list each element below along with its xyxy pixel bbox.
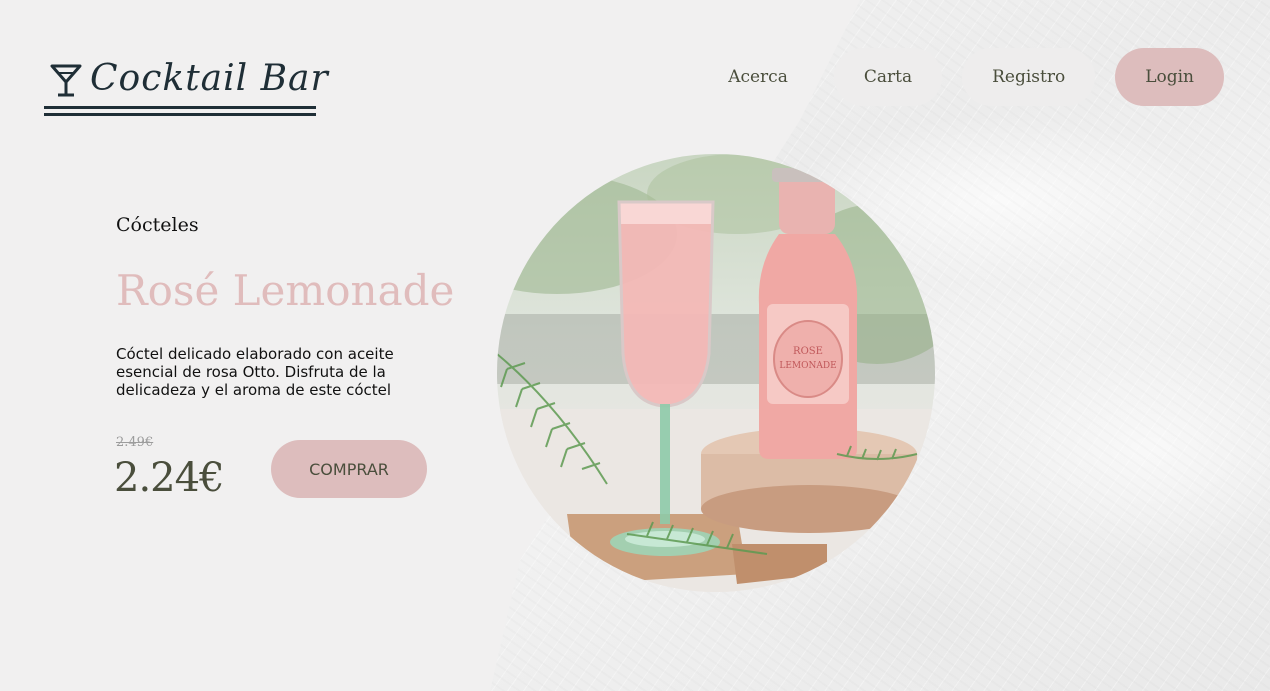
product-category: Cócteles: [116, 214, 199, 236]
nav-item-registro[interactable]: Registro: [962, 48, 1096, 106]
brand-name: Cocktail Bar: [90, 58, 329, 99]
logo-underline: [44, 113, 316, 116]
old-price: 2.49€: [116, 435, 154, 450]
current-price: 2.24€: [114, 455, 225, 501]
buy-button[interactable]: COMPRAR: [271, 440, 427, 498]
nav-item-carta[interactable]: Carta: [833, 48, 943, 106]
main-nav: Acerca Carta Registro Login: [702, 48, 1224, 106]
svg-text:LEMONADE: LEMONADE: [779, 361, 836, 371]
nav-item-acerca[interactable]: Acerca: [702, 48, 814, 106]
logo-underline: [44, 106, 316, 109]
cocktail-glass-icon: [50, 64, 82, 97]
brand-logo[interactable]: Cocktail Bar: [44, 58, 328, 118]
product-description: Cóctel delicado elaborado con aceite ese…: [116, 345, 394, 399]
svg-text:ROSE: ROSE: [793, 346, 823, 357]
product-title: Rosé Lemonade: [116, 266, 455, 315]
nav-item-login[interactable]: Login: [1115, 48, 1224, 106]
rose-lemonade-photo: ROSE LEMONADE: [497, 154, 935, 592]
